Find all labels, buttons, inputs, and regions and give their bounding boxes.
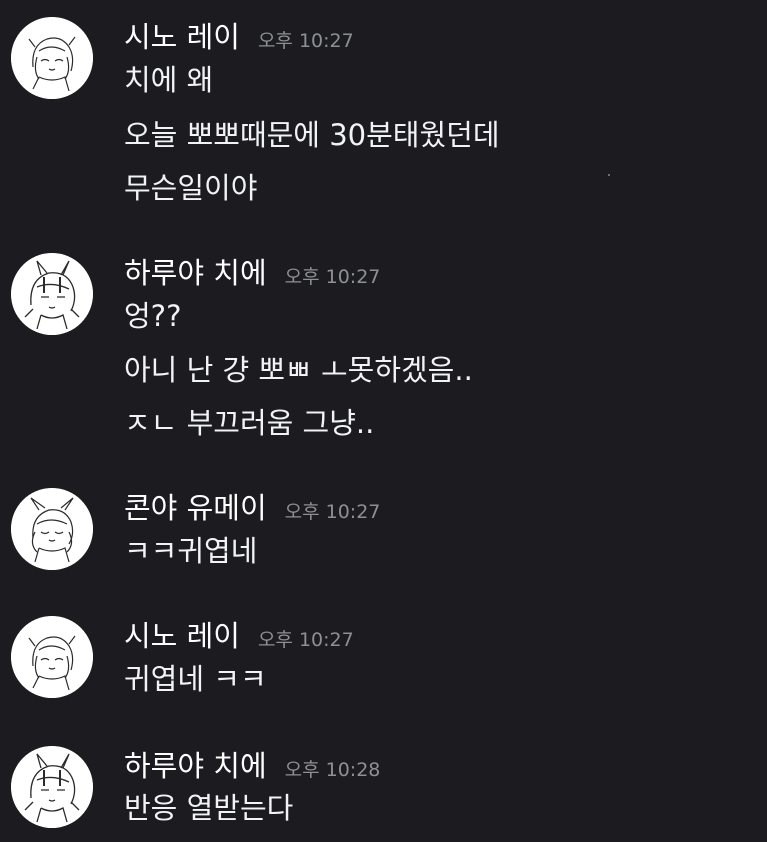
chat-message-list: 시노 레이 오후 10:27 치에 왜 오늘 뽀뽀때문에 30분태웠던데 무슨일… [0,0,767,842]
avatar[interactable] [11,746,93,828]
timestamp: 오후 10:27 [284,266,381,288]
message-header: 하루야 치에 오후 10:28 [124,746,380,786]
username[interactable]: 콘야 유메이 [124,488,267,528]
avatar-drawing-icon [11,17,93,99]
username[interactable]: 하루야 치에 [124,253,267,293]
message-text: 반응 열받는다 [124,791,294,825]
message-text: ㅈㄴ 부끄러움 그냥.. [124,406,375,440]
avatar[interactable] [11,488,93,570]
message-text: 무슨일이야 [124,171,258,205]
avatar-drawing-icon [11,488,93,570]
username[interactable]: 하루야 치에 [124,746,267,786]
avatar-drawing-icon [11,253,93,335]
avatar[interactable] [11,17,93,99]
message-text: 치에 왜 [124,63,214,97]
message-text: ㅋㅋ귀엽네 [124,534,258,568]
message-text: 아니 난 걍 뽀ㅃ ㅗ못하겠음.. [124,353,473,387]
timestamp: 오후 10:27 [257,30,354,52]
username[interactable]: 시노 레이 [124,616,240,656]
message-text: 오늘 뽀뽀때문에 30분태웠던데 [124,118,500,152]
message-text: 엉?? [124,299,182,333]
message-header: 콘야 유메이 오후 10:27 [124,488,380,528]
message-header: 시노 레이 오후 10:27 [124,17,354,57]
message-text: 귀엽네 ㅋㅋ [124,662,267,696]
message-header: 하루야 치에 오후 10:27 [124,253,380,293]
message-header: 시노 레이 오후 10:27 [124,616,354,656]
timestamp: 오후 10:27 [284,501,381,523]
background-speck [608,174,610,176]
username[interactable]: 시노 레이 [124,17,240,57]
avatar-drawing-icon [11,616,93,698]
avatar[interactable] [11,253,93,335]
avatar[interactable] [11,616,93,698]
avatar-drawing-icon [11,746,93,828]
timestamp: 오후 10:28 [284,759,381,781]
timestamp: 오후 10:27 [257,629,354,651]
